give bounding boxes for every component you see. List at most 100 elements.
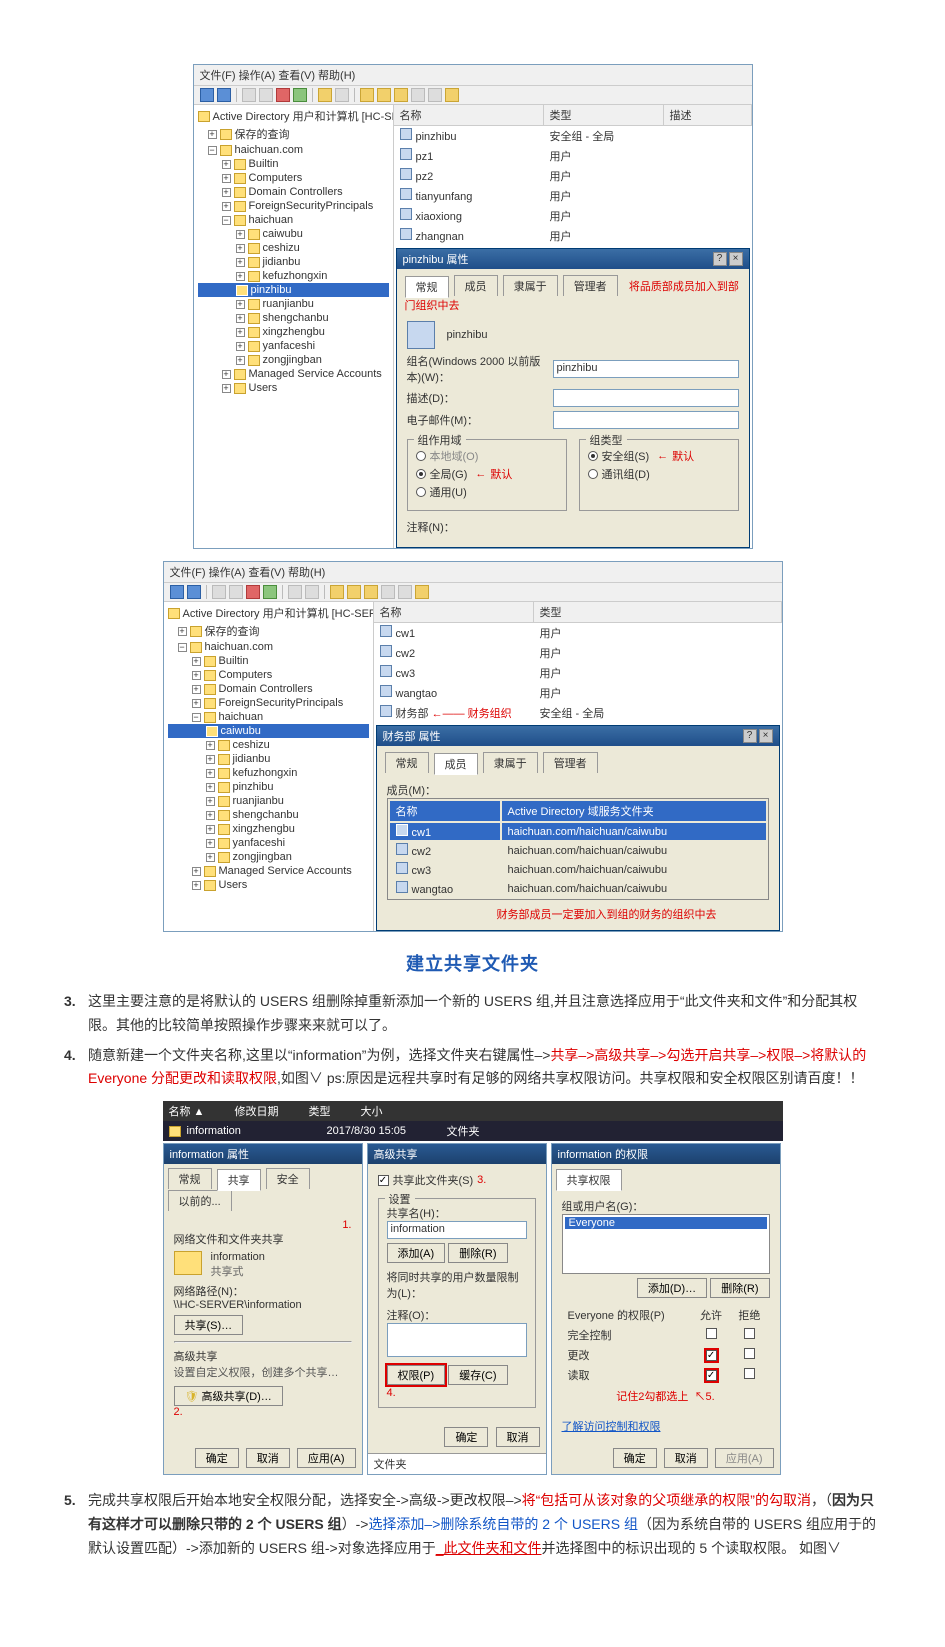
col[interactable]: 名称 ▲ — [169, 1103, 205, 1119]
close-icon[interactable]: × — [729, 252, 743, 266]
tree-item[interactable]: Computers — [219, 669, 273, 681]
tree-item[interactable]: haichuan.com — [235, 144, 304, 156]
tree-item[interactable]: Managed Service Accounts — [219, 865, 352, 877]
cut-icon[interactable] — [212, 585, 226, 599]
tree-item[interactable]: Users — [249, 382, 278, 394]
tree-root[interactable]: Active Directory 用户和计算机 [HC-SERVER.hai..… — [183, 605, 374, 621]
col-desc[interactable]: 描述 — [664, 105, 752, 125]
tree-item[interactable]: Managed Service Accounts — [249, 368, 382, 380]
delete-icon[interactable] — [276, 88, 290, 102]
tree-item[interactable]: jidianbu — [263, 256, 301, 268]
tree-item[interactable]: xingzhengbu — [233, 823, 295, 835]
ok-button[interactable]: 确定 — [613, 1448, 657, 1468]
list-item[interactable]: 财务部 — [396, 708, 429, 720]
tree-item[interactable]: yanfaceshi — [263, 340, 316, 352]
tree-item[interactable]: haichuan — [249, 214, 294, 226]
checkbox-label[interactable]: 共享此文件夹(S) — [393, 1172, 474, 1188]
member-name[interactable]: cw3 — [412, 865, 432, 877]
tree-item[interactable]: shengchanbu — [263, 312, 329, 324]
tree-item[interactable]: 保存的查询 — [235, 126, 290, 142]
email-input[interactable] — [553, 411, 739, 429]
note-input[interactable] — [387, 1323, 527, 1357]
col-adpath[interactable]: Active Directory 域服务文件夹 — [502, 801, 766, 821]
tree-item[interactable]: 保存的查询 — [205, 623, 260, 639]
tab-memberof[interactable]: 隶属于 — [503, 275, 558, 296]
ou-icon[interactable] — [364, 585, 378, 599]
enable-share-checkbox[interactable] — [378, 1175, 389, 1186]
tree-item[interactable]: zongjingban — [233, 851, 292, 863]
tree-item[interactable]: ForeignSecurityPrincipals — [249, 200, 374, 212]
ok-button[interactable]: 确定 — [444, 1427, 488, 1447]
col-type[interactable]: 类型 — [544, 105, 664, 125]
tab-general[interactable]: 常规 — [405, 276, 449, 298]
help-icon[interactable] — [305, 585, 319, 599]
list-item[interactable]: zhangnan — [416, 231, 464, 243]
cancel-button[interactable]: 取消 — [496, 1427, 540, 1447]
col[interactable]: 大小 — [360, 1103, 382, 1119]
list-pane[interactable]: 名称 类型 cw1用户 cw2用户 cw3用户 wangtao用户 财务部 ←—… — [374, 602, 782, 931]
close-icon[interactable]: × — [759, 729, 773, 743]
radio-label[interactable]: 安全组(S) — [602, 448, 650, 464]
remove-button[interactable]: 删除(R) — [710, 1278, 769, 1298]
col-name[interactable]: 名称 — [374, 602, 534, 622]
tree-item-selected[interactable]: caiwubu — [221, 725, 261, 737]
filter-icon[interactable] — [428, 88, 442, 102]
copy-icon[interactable] — [229, 585, 243, 599]
tree-item[interactable]: pinzhibu — [233, 781, 274, 793]
menubar[interactable]: 文件(F) 操作(A) 查看(V) 帮助(H) — [194, 65, 752, 86]
explorer-row[interactable]: information 2017/8/30 15:05 文件夹 — [163, 1121, 783, 1141]
tree-item[interactable]: ceshizu — [233, 739, 270, 751]
tree-item[interactable]: shengchanbu — [233, 809, 299, 821]
radio-checked[interactable] — [588, 451, 598, 461]
grouplist[interactable]: Everyone — [562, 1214, 770, 1274]
allow-change-checkbox[interactable] — [706, 1350, 717, 1361]
tree-item[interactable]: Computers — [249, 172, 303, 184]
help-icon[interactable]: ? — [713, 252, 727, 266]
apply-button[interactable]: 应用(A) — [297, 1448, 356, 1468]
ok-button[interactable]: 确定 — [195, 1448, 239, 1468]
list-item[interactable]: pz2 — [416, 171, 434, 183]
radio[interactable] — [416, 487, 426, 497]
remove-button[interactable]: 删除(R) — [448, 1243, 507, 1263]
tree-item[interactable]: yanfaceshi — [233, 837, 286, 849]
group-icon[interactable] — [377, 88, 391, 102]
desc-input[interactable] — [553, 389, 739, 407]
tree-item[interactable]: kefuzhongxin — [263, 270, 328, 282]
back-icon[interactable] — [200, 88, 214, 102]
tree-item[interactable]: Builtin — [219, 655, 249, 667]
sharename-input[interactable]: information — [387, 1221, 527, 1239]
tree-item[interactable]: kefuzhongxin — [233, 767, 298, 779]
misc-icon[interactable] — [445, 88, 459, 102]
tree-item[interactable]: ForeignSecurityPrincipals — [219, 697, 344, 709]
tree-item[interactable]: xingzhengbu — [263, 326, 325, 338]
forward-icon[interactable] — [187, 585, 201, 599]
allow-read-checkbox[interactable] — [706, 1370, 717, 1381]
list-item[interactable]: xiaoxiong — [416, 211, 462, 223]
tree-item[interactable]: ceshizu — [263, 242, 300, 254]
col[interactable]: 类型 — [308, 1103, 330, 1119]
tab-members[interactable]: 成员 — [434, 753, 478, 775]
add-button[interactable]: 添加(D)… — [637, 1278, 707, 1298]
find-icon[interactable] — [411, 88, 425, 102]
col-name[interactable]: 名称 — [390, 801, 500, 821]
permissions-button[interactable]: 权限(P) — [387, 1365, 446, 1385]
cancel-button[interactable]: 取消 — [664, 1448, 708, 1468]
tree-item[interactable]: zongjingban — [263, 354, 322, 366]
tab-members[interactable]: 成员 — [454, 275, 498, 296]
refresh-icon[interactable] — [293, 88, 307, 102]
radio[interactable] — [588, 469, 598, 479]
add-button[interactable]: 添加(A) — [387, 1243, 446, 1263]
list-item[interactable]: pinzhibu — [416, 131, 457, 143]
deny-read-checkbox[interactable] — [744, 1368, 755, 1379]
list-item[interactable]: tianyunfang — [416, 191, 473, 203]
radio-label[interactable]: 通用(U) — [430, 484, 467, 500]
help-icon[interactable] — [335, 88, 349, 102]
cancel-button[interactable]: 取消 — [246, 1448, 290, 1468]
user-icon[interactable] — [330, 585, 344, 599]
radio-label[interactable]: 通讯组(D) — [602, 466, 650, 482]
col[interactable]: 修改日期 — [234, 1103, 278, 1119]
tree-item[interactable]: Domain Controllers — [249, 186, 343, 198]
share-button[interactable]: 共享(S)… — [174, 1315, 244, 1335]
groupname-input[interactable]: pinzhibu — [553, 360, 739, 378]
list-item[interactable]: cw3 — [396, 668, 416, 680]
